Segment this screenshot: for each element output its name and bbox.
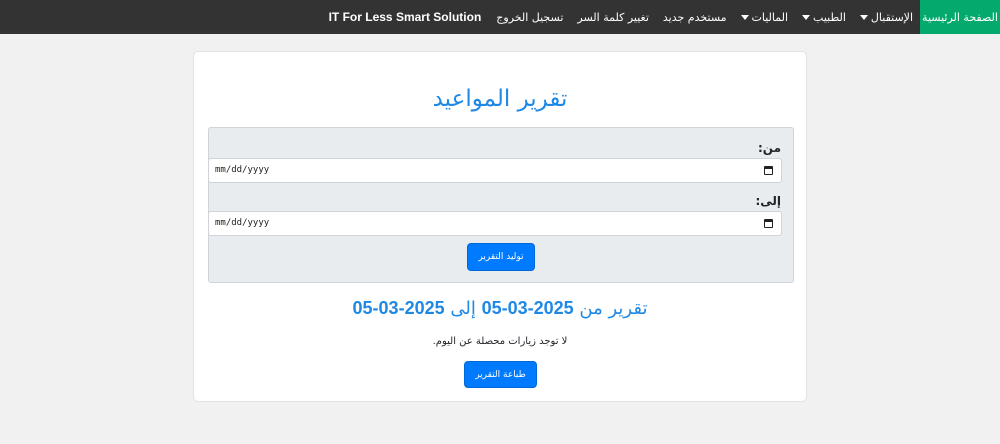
report-from-date: 2025-03-05: [481, 298, 574, 318]
nav-brand[interactable]: IT For Less Smart Solution: [323, 0, 490, 34]
caret-down-icon: [740, 14, 749, 20]
report-form: من: mm/dd/yyyy إلى: mm/dd/yyyy توليد الت…: [208, 127, 794, 283]
calendar-icon[interactable]: [764, 219, 773, 228]
from-label: من:: [757, 141, 781, 155]
nav-reception-label: الإستقبال: [870, 10, 913, 24]
nav-finance-dropdown[interactable]: الماليات: [734, 0, 796, 34]
nav-doctor-label: الطبيب: [813, 10, 846, 24]
nav-doctor-dropdown[interactable]: الطبيب: [795, 0, 853, 34]
nav-home[interactable]: الصفحة الرئيسية: [920, 0, 1000, 34]
report-to-date: 2025-03-05: [352, 298, 445, 318]
brand-label: IT For Less Smart Solution: [328, 10, 482, 24]
nav-new-user-label: مستخدم جديد: [662, 10, 727, 24]
nav-home-label: الصفحة الرئيسية: [922, 10, 998, 24]
calendar-icon[interactable]: [764, 166, 773, 175]
top-navbar: الصفحة الرئيسية الإستقبال الطبيب الماليا…: [0, 0, 1000, 34]
report-card: تقرير المواعيد من: mm/dd/yyyy إلى: mm/dd…: [193, 51, 807, 402]
to-date-input[interactable]: mm/dd/yyyy: [208, 211, 782, 236]
nav-logout-label: تسجيل الخروج: [496, 10, 564, 24]
empty-message: لا توجد زيارات محصلة عن اليوم.: [432, 336, 568, 347]
nav-reception-dropdown[interactable]: الإستقبال: [853, 0, 920, 34]
to-label: إلى:: [755, 194, 781, 208]
from-date-placeholder: mm/dd/yyyy: [215, 165, 270, 175]
nav-change-password-label: تغيير كلمة السر: [577, 10, 649, 24]
nav-finance-label: الماليات: [751, 10, 789, 24]
generate-report-button[interactable]: توليد التقرير: [467, 243, 535, 271]
nav-logout[interactable]: تسجيل الخروج: [489, 0, 570, 34]
nav-new-user[interactable]: مستخدم جديد: [656, 0, 734, 34]
report-prefix: تقرير من: [579, 298, 648, 319]
caret-down-icon: [859, 14, 868, 20]
report-heading: تقرير من 2025-03-05 إلى 2025-03-05: [194, 298, 806, 319]
print-report-button[interactable]: طباعة التقرير: [464, 361, 537, 388]
caret-down-icon: [802, 14, 811, 20]
nav-change-password[interactable]: تغيير كلمة السر: [570, 0, 656, 34]
report-connector: إلى: [450, 298, 476, 319]
page-title: تقرير المواعيد: [432, 86, 568, 112]
to-date-placeholder: mm/dd/yyyy: [215, 218, 270, 228]
from-date-input[interactable]: mm/dd/yyyy: [208, 158, 782, 183]
